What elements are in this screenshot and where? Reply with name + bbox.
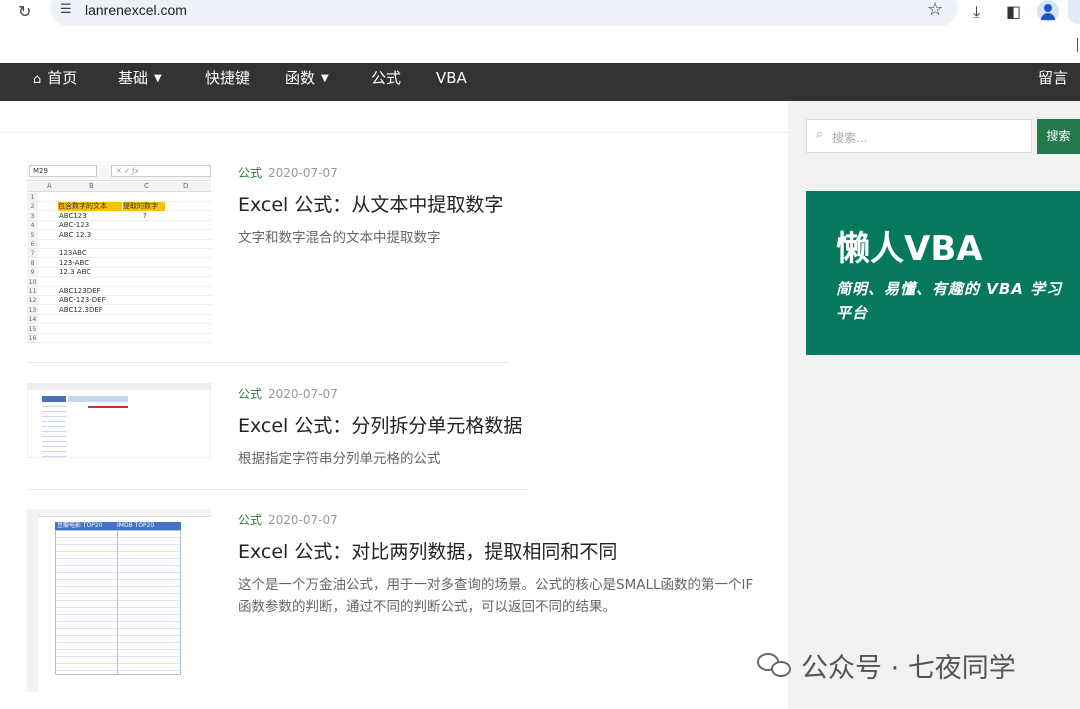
site-info-icon[interactable]: ☰ [60, 2, 72, 17]
post-excerpt: 文字和数字混合的文本中提取数字 [238, 230, 441, 246]
post-title-link[interactable]: Excel 公式：对比两列数据，提取相同和不同 [238, 537, 617, 564]
row-number: 14 [27, 315, 38, 324]
row-number: 6 [27, 240, 38, 248]
promo-title: 懒人VBA [836, 229, 983, 269]
nav-item-shortcuts[interactable]: 快捷键 [205, 63, 250, 101]
nav-item-functions[interactable]: 函数 ▼ [285, 63, 329, 101]
post-thumbnail[interactable]: M29 ✕ ✓ ƒx A B C D 1 2 包含数字的文本 提取的数字 3 ABC123… [27, 161, 211, 344]
home-icon: ⌂ [33, 72, 42, 87]
spreadsheet-row: 11 ABC123DEF [27, 287, 211, 296]
search-placeholder: 搜索... [832, 131, 868, 145]
nav-item-guestbook[interactable]: 留言 [1038, 63, 1068, 101]
nav-item-basics[interactable]: 基础 ▼ [118, 63, 162, 101]
row-number: 13 [27, 305, 38, 314]
cell: 123ABC [59, 249, 87, 258]
post-date: 2020-07-07 [268, 166, 338, 180]
url-text: lanrenexcel.com [85, 2, 187, 18]
cell: ABC123DEF [59, 287, 101, 295]
post-category-link[interactable]: 公式 [238, 166, 262, 180]
watermark: 公众号 · 七夜同学 [757, 646, 1016, 685]
post-thumbnail[interactable] [27, 383, 211, 458]
promo-banner[interactable]: 懒人VBA 简明、易懂、有趣的 VBA 学习平台 [806, 191, 1080, 355]
promo-subtitle: 简明、易懂、有趣的 VBA 学习平台 [836, 280, 1063, 322]
nav-item-formulas[interactable]: 公式 [371, 63, 401, 101]
spreadsheet-row: 10 [27, 277, 211, 287]
row-number: 11 [27, 287, 38, 295]
search-button[interactable]: 搜索 [1037, 119, 1080, 154]
row-number: 1 [27, 193, 38, 201]
profile-avatar-icon[interactable] [1037, 0, 1059, 22]
cell: ? [143, 211, 147, 220]
post-category-link[interactable]: 公式 [238, 387, 262, 401]
side-panel-icon[interactable]: ◧ [1006, 2, 1021, 21]
row-number: 2 [27, 202, 38, 211]
row-number: 9 [27, 268, 38, 277]
namebox: M29 [33, 167, 48, 175]
header-cell: 包含数字的文本 [58, 202, 122, 212]
wechat-icon [757, 651, 795, 681]
spreadsheet-row: 7 123ABC [27, 249, 211, 259]
divider [0, 132, 788, 133]
spreadsheet-row: 8 123-ABC [27, 258, 211, 268]
post-excerpt: 根据指定字符串分列单元格的公式 [238, 451, 441, 467]
cell: ABC 12.3 [59, 230, 92, 239]
browser-menu-pill[interactable] [1068, 0, 1080, 24]
browser-toolbar: ↻ ☰ lanrenexcel.com ☆ ⤓ ◧ [0, 0, 1080, 30]
cell: ABC12.3DEF [59, 305, 103, 314]
spreadsheet-row: 5 ABC 12.3 [27, 230, 211, 240]
row-number: 8 [27, 258, 38, 267]
spreadsheet-row: 14 [27, 315, 211, 325]
post-title-link[interactable]: Excel 公式：分列拆分单元格数据 [238, 411, 522, 438]
cell: 123-ABC [59, 258, 90, 267]
spreadsheet-row: 2 包含数字的文本 提取的数字 [27, 202, 211, 212]
spreadsheet-row: 15 [27, 324, 211, 334]
post-category-link[interactable]: 公式 [238, 513, 262, 527]
spreadsheet-row: 6 [27, 240, 211, 249]
chevron-down-icon: ▼ [321, 73, 329, 84]
row-number: 3 [27, 211, 38, 220]
reload-icon[interactable]: ↻ [18, 2, 31, 21]
spreadsheet-row: 13 ABC12.3DEF [27, 305, 211, 315]
row-number: 12 [27, 296, 38, 305]
spreadsheet-row: 16 [27, 334, 211, 343]
nav-item-home[interactable]: ⌂ 首页 [33, 63, 77, 101]
row-number: 10 [27, 277, 38, 286]
spreadsheet-row: 3 ABC123? [27, 211, 211, 221]
search-icon: ⌕ [816, 127, 824, 142]
spreadsheet-row: 12 ABC-123-DEF [27, 296, 211, 306]
spreadsheet-row: 4 ABC-123 [27, 221, 211, 231]
divider [1077, 38, 1078, 52]
row-number: 16 [27, 334, 38, 342]
cell: 12.3 ABC [59, 268, 92, 277]
address-bar[interactable]: ☰ lanrenexcel.com ☆ [50, 0, 958, 26]
chevron-down-icon: ▼ [154, 73, 162, 84]
divider [27, 489, 527, 490]
spreadsheet-row: 1 [27, 193, 211, 202]
divider [27, 362, 510, 363]
post-date: 2020-07-07 [268, 387, 338, 401]
row-number: 15 [27, 324, 38, 333]
search-input[interactable]: ⌕ 搜索... [806, 119, 1032, 153]
post-thumbnail[interactable]: 豆瓣电影 TOP20 IMDB TOP20 [27, 509, 211, 692]
header-cell: 提取的数字 [123, 202, 165, 212]
post-excerpt: 这个是一个万金油公式，用于一对多查询的场景。公式的核心是SMALL函数的第一个I… [238, 577, 754, 615]
row-number: 7 [27, 249, 38, 258]
spreadsheet-row: 9 12.3 ABC [27, 268, 211, 278]
download-icon[interactable]: ⤓ [973, 2, 980, 22]
post-title-link[interactable]: Excel 公式：从文本中提取数字 [238, 190, 503, 217]
row-number: 5 [27, 230, 38, 239]
cell: ABC-123 [59, 221, 90, 230]
bookmark-star-icon[interactable]: ☆ [927, 0, 943, 20]
cell: ABC123 [59, 211, 87, 220]
post-date: 2020-07-07 [268, 513, 338, 527]
main-nav: ⌂ 首页 基础 ▼ 快捷键 函数 ▼ 公式 VBA 留言 [0, 63, 1080, 101]
cell: ABC-123-DEF [59, 296, 106, 305]
row-number: 4 [27, 221, 38, 230]
nav-item-vba[interactable]: VBA [436, 63, 467, 101]
